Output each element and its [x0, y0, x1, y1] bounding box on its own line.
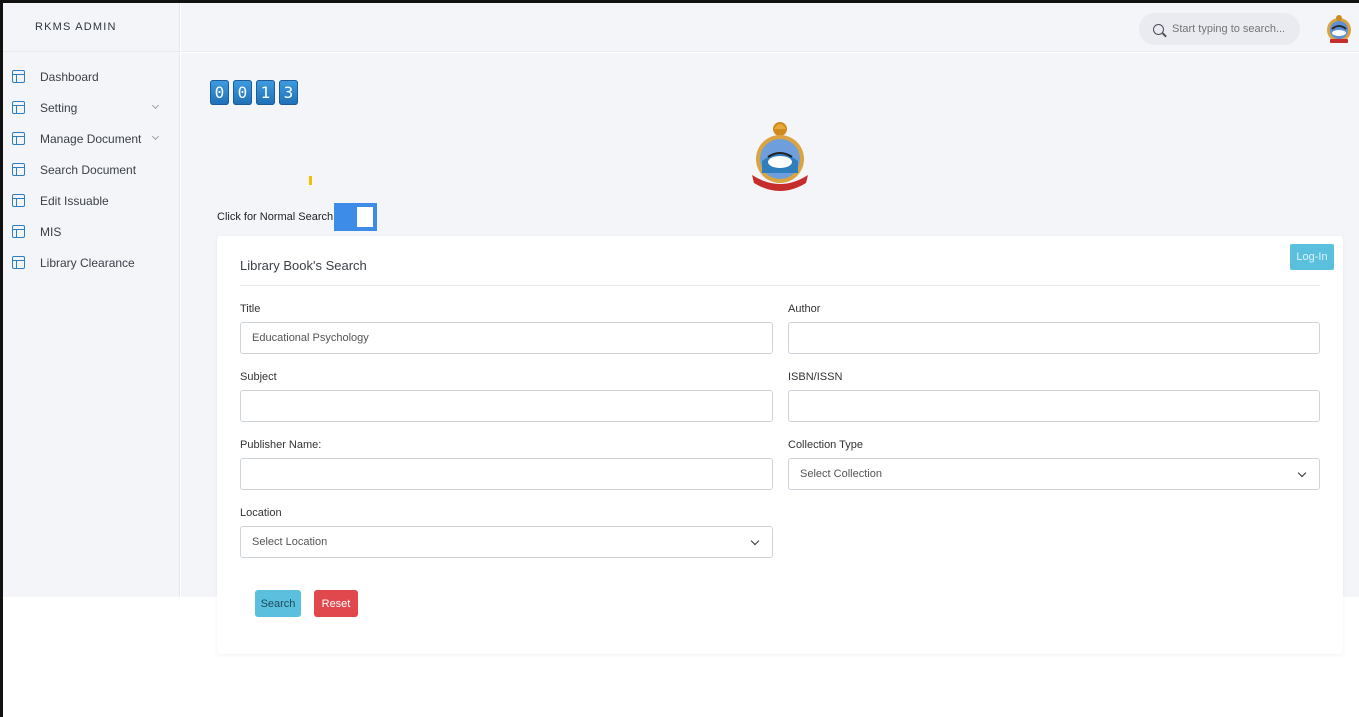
publisher-label: Publisher Name:: [240, 439, 322, 451]
reset-button[interactable]: Reset: [314, 590, 358, 617]
sidebar-item-label: Library Clearance: [40, 255, 135, 270]
search-input[interactable]: [1172, 23, 1292, 35]
counter-digit: 3: [279, 80, 298, 105]
visitor-counter: 0 0 1 3: [210, 80, 298, 105]
layout-icon: [12, 132, 25, 145]
card-title: Library Book's Search: [240, 258, 367, 273]
chevron-down-icon: [1297, 468, 1307, 478]
collection-select-value: Select Collection: [800, 468, 882, 480]
author-input[interactable]: [788, 322, 1320, 354]
isbn-input[interactable]: [788, 390, 1320, 422]
author-label: Author: [788, 303, 821, 315]
location-select[interactable]: Select Location: [240, 526, 773, 558]
subject-input[interactable]: [240, 390, 773, 422]
publisher-input[interactable]: [240, 458, 773, 490]
login-button[interactable]: Log-In: [1290, 244, 1334, 270]
toggle-label: Click for Normal Search: [217, 211, 334, 223]
location-select-value: Select Location: [252, 536, 328, 548]
book-search-card: Library Book's Search Log-In Title Educa…: [217, 236, 1343, 654]
sidebar-item-label: Edit Issuable: [40, 193, 109, 208]
sidebar-item-setting[interactable]: Setting: [3, 92, 179, 123]
sidebar-item-dashboard[interactable]: Dashboard: [3, 61, 179, 92]
sidebar: RKMS ADMIN Dashboard Setting Manage Docu…: [3, 3, 180, 597]
sidebar-item-search-document[interactable]: Search Document: [3, 154, 179, 185]
global-search[interactable]: [1139, 13, 1300, 45]
layout-icon: [12, 101, 25, 114]
avatar[interactable]: [1324, 13, 1354, 45]
collection-select[interactable]: Select Collection: [788, 458, 1320, 490]
search-button[interactable]: Search: [255, 590, 301, 617]
sidebar-item-library-clearance[interactable]: Library Clearance: [3, 247, 179, 278]
location-label: Location: [240, 507, 282, 519]
sidebar-nav: Dashboard Setting Manage Document Search…: [3, 52, 179, 278]
normal-search-toggle[interactable]: [334, 203, 378, 231]
layout-icon: [12, 194, 25, 207]
sidebar-item-label: Dashboard: [40, 69, 99, 84]
layout-icon: [12, 70, 25, 83]
sidebar-item-manage-document[interactable]: Manage Document: [3, 123, 179, 154]
counter-digit: 0: [233, 80, 252, 105]
layout-icon: [12, 225, 25, 238]
yellow-marker: [309, 176, 312, 185]
counter-digit: 1: [256, 80, 275, 105]
chevron-down-icon: [151, 101, 160, 110]
sidebar-item-label: Setting: [40, 100, 78, 115]
top-bar: [181, 3, 1359, 52]
chevron-down-icon: [151, 132, 160, 141]
sidebar-item-label: MIS: [40, 224, 62, 239]
divider: [240, 285, 1320, 286]
title-input[interactable]: Educational Psychology: [240, 322, 773, 354]
normal-search-toggle-row: Click for Normal Search: [217, 203, 378, 231]
subject-label: Subject: [240, 371, 277, 383]
search-icon: [1153, 23, 1164, 35]
toggle-knob: [357, 207, 374, 227]
sidebar-item-edit-issuable[interactable]: Edit Issuable: [3, 185, 179, 216]
logo: [748, 117, 812, 195]
sidebar-item-label: Manage Document: [40, 131, 142, 146]
sidebar-item-label: Search Document: [40, 162, 137, 177]
collection-label: Collection Type: [788, 439, 864, 451]
brand-title: RKMS ADMIN: [3, 3, 179, 52]
layout-icon: [12, 256, 25, 269]
title-label: Title: [240, 303, 261, 315]
layout-icon: [12, 163, 25, 176]
sidebar-item-mis[interactable]: MIS: [3, 216, 179, 247]
counter-digit: 0: [210, 80, 229, 105]
isbn-label: ISBN/ISSN: [788, 371, 843, 383]
chevron-down-icon: [750, 536, 760, 546]
